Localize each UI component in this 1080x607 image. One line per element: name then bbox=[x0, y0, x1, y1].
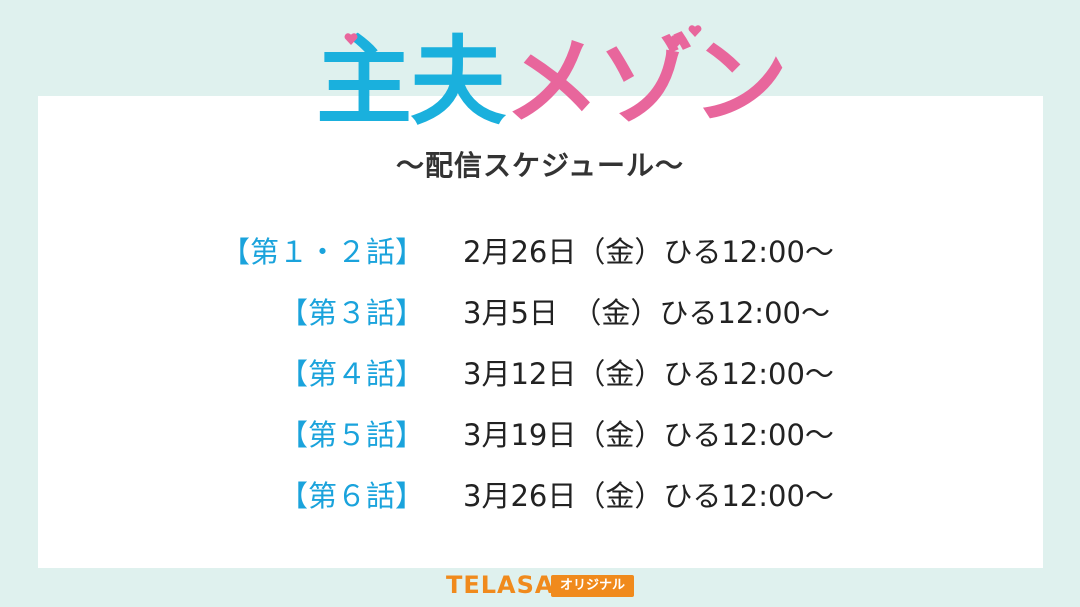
logo-text-pink: メゾン bbox=[504, 26, 788, 138]
schedule-row: 【第１・２話】 2月26日（金）ひる12:00〜 bbox=[0, 222, 1080, 283]
episode-label: 【第５話】 bbox=[278, 418, 424, 452]
schedule-row: 【第６話】 3月26日（金）ひる12:00〜 bbox=[0, 466, 1080, 527]
heart-icon bbox=[670, 34, 684, 48]
episode-label: 【第３話】 bbox=[278, 296, 424, 330]
episode-label: 【第６話】 bbox=[278, 479, 424, 513]
release-date: 3月26日（金）ひる12:00〜 bbox=[463, 479, 834, 513]
title-logo: 主夫メゾン bbox=[316, 22, 788, 142]
schedule-row: 【第３話】 3月5日 （金）ひる12:00〜 bbox=[0, 283, 1080, 344]
schedule-row: 【第４話】 3月12日（金）ひる12:00〜 bbox=[0, 344, 1080, 405]
release-date: 3月19日（金）ひる12:00〜 bbox=[463, 418, 834, 452]
release-date: 3月5日 （金）ひる12:00〜 bbox=[463, 296, 830, 330]
schedule-row: 【第５話】 3月19日（金）ひる12:00〜 bbox=[0, 405, 1080, 466]
original-badge: オリジナル bbox=[551, 575, 634, 597]
release-date: 2月26日（金）ひる12:00〜 bbox=[463, 235, 834, 269]
heart-icon bbox=[688, 24, 702, 38]
brand-logo: TELASA bbox=[446, 571, 555, 599]
episode-label: 【第１・２話】 bbox=[220, 235, 424, 269]
heart-icon bbox=[344, 32, 358, 46]
episode-label: 【第４話】 bbox=[278, 357, 424, 391]
schedule-list: 【第１・２話】 2月26日（金）ひる12:00〜 【第３話】 3月5日 （金）ひ… bbox=[0, 222, 1080, 527]
release-date: 3月12日（金）ひる12:00〜 bbox=[463, 357, 834, 391]
schedule-subtitle: 〜配信スケジュール〜 bbox=[395, 149, 685, 182]
